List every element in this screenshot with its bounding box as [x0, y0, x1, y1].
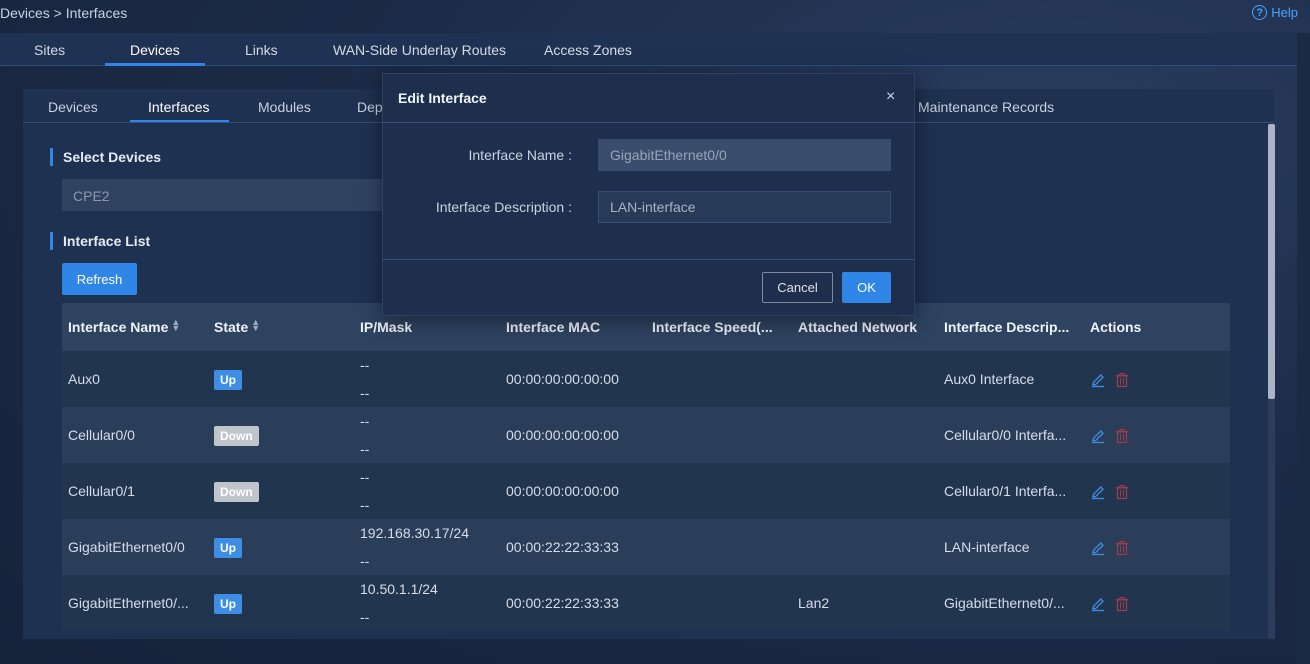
- tab-sites[interactable]: Sites: [34, 42, 65, 58]
- cell-ip-mask-secondary: --: [360, 553, 370, 569]
- help-label: Help: [1271, 5, 1298, 20]
- edit-icon[interactable]: [1090, 428, 1106, 444]
- cell-ip-mask-secondary: --: [360, 497, 370, 513]
- help-link[interactable]: ? Help: [1252, 5, 1298, 20]
- table-row: GigabitEthernet0/... Up 10.50.1.1/24 -- 00:0…: [62, 575, 1230, 631]
- status-badge: Down: [214, 426, 259, 446]
- active-tab-underline: [105, 63, 205, 66]
- panel-scrollbar-thumb[interactable]: [1268, 124, 1275, 399]
- cell-interface-name: Aux0: [68, 371, 100, 387]
- header-interface-name[interactable]: Interface Name ▲ ▼: [68, 318, 180, 336]
- breadcrumb: Devices > Interfaces: [0, 5, 128, 21]
- interface-description-field[interactable]: [598, 191, 891, 223]
- cancel-button[interactable]: Cancel: [762, 272, 833, 303]
- delete-icon[interactable]: [1115, 540, 1129, 556]
- status-badge: Up: [214, 538, 242, 558]
- status-badge: Up: [214, 594, 242, 614]
- cell-interface-mac: 00:00:22:22:33:33: [506, 595, 619, 611]
- cell-interface-name: GigabitEthernet0/0: [68, 539, 185, 555]
- subtab-modules[interactable]: Modules: [258, 99, 311, 115]
- dialog-divider: [382, 122, 915, 123]
- status-badge: Down: [214, 482, 259, 502]
- cell-interface-description: Cellular0/1 Interfa...: [944, 483, 1067, 499]
- interface-name-field[interactable]: [598, 139, 891, 171]
- top-tab-bar: Sites Devices Links WAN-Side Underlay Ro…: [0, 33, 1297, 66]
- status-badge: Up: [214, 370, 242, 390]
- interface-description-label: Interface Description :: [435, 199, 572, 215]
- header-interface-description: Interface Descrip...: [944, 319, 1070, 335]
- header-ip-mask: IP/Mask: [360, 319, 413, 335]
- cell-interface-description: Aux0 Interface: [944, 371, 1035, 387]
- tab-wan-side-underlay-routes[interactable]: WAN-Side Underlay Routes: [333, 42, 506, 58]
- tab-devices[interactable]: Devices: [130, 42, 180, 58]
- header-state[interactable]: State ▲ ▼: [214, 318, 260, 336]
- tab-links[interactable]: Links: [245, 42, 278, 58]
- table-row: Cellular0/0 Down -- -- 00:00:00:00:00:00 Cell…: [62, 407, 1230, 463]
- delete-icon[interactable]: [1115, 596, 1129, 612]
- delete-icon[interactable]: [1115, 372, 1129, 388]
- dialog-title: Edit Interface: [398, 90, 487, 106]
- select-devices-title: Select Devices: [50, 148, 161, 166]
- page-scrollbar[interactable]: [1297, 33, 1310, 664]
- table-row: Cellular0/1 Down -- -- 00:00:00:00:00:00 Cell…: [62, 463, 1230, 519]
- header-interface-mac: Interface MAC: [506, 319, 601, 335]
- dialog-footer-divider: [382, 259, 915, 260]
- interface-name-label: Interface Name :: [468, 147, 573, 163]
- cell-ip-mask-secondary: --: [360, 385, 370, 401]
- sort-icon[interactable]: ▲ ▼: [251, 318, 260, 333]
- subtab-devices[interactable]: Devices: [48, 99, 98, 115]
- interface-list-title: Interface List: [50, 232, 150, 250]
- tab-access-zones[interactable]: Access Zones: [544, 42, 632, 58]
- edit-icon[interactable]: [1090, 484, 1106, 500]
- close-icon[interactable]: ×: [886, 88, 895, 106]
- cell-interface-name: Cellular0/1: [68, 483, 135, 499]
- delete-icon[interactable]: [1115, 484, 1129, 500]
- cell-ip-mask: --: [360, 469, 370, 485]
- header-interface-speed: Interface Speed(...: [652, 319, 773, 335]
- help-icon: ?: [1252, 5, 1268, 20]
- device-select[interactable]: CPE2: [62, 179, 402, 211]
- cell-interface-name: Cellular0/0: [68, 427, 135, 443]
- header-attached-network: Attached Network: [798, 319, 918, 335]
- edit-icon[interactable]: [1090, 540, 1106, 556]
- table-row: Aux0 Up -- -- 00:00:00:00:00:00 Aux0 Interfac…: [62, 351, 1230, 407]
- edit-icon[interactable]: [1090, 372, 1106, 388]
- cell-interface-description: GigabitEthernet0/...: [944, 595, 1065, 611]
- cell-interface-mac: 00:00:00:00:00:00: [506, 427, 619, 443]
- subtab-interfaces[interactable]: Interfaces: [148, 99, 209, 115]
- cell-attached-network: Lan2: [798, 595, 830, 611]
- cell-interface-name: GigabitEthernet0/...: [68, 595, 189, 611]
- cell-ip-mask: --: [360, 357, 370, 373]
- cell-ip-mask-secondary: --: [360, 609, 370, 625]
- table-row: GigabitEthernet0/0 Up 192.168.30.17/24 -- 00…: [62, 519, 1230, 575]
- cell-interface-description: Cellular0/0 Interfa...: [944, 427, 1067, 443]
- header-actions: Actions: [1090, 319, 1142, 335]
- edit-icon[interactable]: [1090, 596, 1106, 612]
- refresh-button[interactable]: Refresh: [62, 263, 137, 295]
- cell-interface-mac: 00:00:00:00:00:00: [506, 371, 619, 387]
- cell-interface-mac: 00:00:22:22:33:33: [506, 539, 619, 555]
- active-subtab-underline: [130, 120, 229, 122]
- ok-button[interactable]: OK: [842, 272, 891, 303]
- delete-icon[interactable]: [1115, 428, 1129, 444]
- cell-ip-mask-secondary: --: [360, 441, 370, 457]
- cell-interface-description: LAN-interface: [944, 539, 1030, 555]
- subtab-dep[interactable]: Dep: [357, 99, 383, 115]
- cell-interface-mac: 00:00:00:00:00:00: [506, 483, 619, 499]
- cell-ip-mask: 10.50.1.1/24: [360, 581, 438, 597]
- sort-icon[interactable]: ▲ ▼: [171, 318, 180, 333]
- subtab-maintenance-records[interactable]: Maintenance Records: [918, 99, 1054, 115]
- cell-ip-mask: --: [360, 413, 370, 429]
- cell-ip-mask: 192.168.30.17/24: [360, 525, 469, 541]
